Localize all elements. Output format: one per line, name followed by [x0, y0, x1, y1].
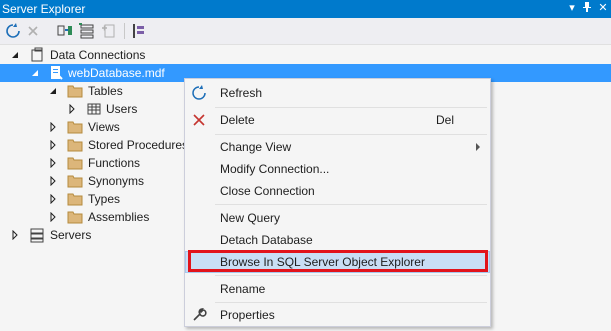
collapsed-arrow-icon[interactable] [10, 230, 20, 240]
menu-separator [215, 204, 487, 205]
menu-label-new-query: New Query [220, 211, 281, 225]
tree-label-users: Users [106, 102, 138, 116]
expanded-arrow-icon[interactable] [48, 86, 58, 96]
connect-to-database-icon[interactable] [56, 22, 74, 40]
tree-label-types: Types [88, 192, 121, 206]
menu-separator [215, 107, 487, 108]
connect-to-server-icon[interactable] [78, 22, 96, 40]
collapsed-arrow-icon[interactable] [67, 104, 77, 114]
collapsed-arrow-icon[interactable] [48, 194, 58, 204]
folder-icon [67, 139, 83, 152]
refresh-icon [192, 85, 206, 100]
menu-item-detach-database[interactable]: Detach Database [185, 229, 490, 251]
tree-label-assemblies: Assemblies [88, 210, 150, 224]
stop-icon[interactable] [24, 22, 42, 40]
expanded-arrow-icon[interactable] [30, 68, 40, 78]
toolbar-separator [124, 23, 125, 39]
menu-item-rename[interactable]: Rename [185, 278, 490, 300]
folder-icon [67, 193, 83, 206]
folder-icon [67, 175, 83, 188]
collapsed-arrow-icon[interactable] [48, 158, 58, 168]
window-title: Server Explorer [2, 2, 86, 16]
tree-label-data-connections: Data Connections [50, 48, 146, 62]
collapsed-arrow-icon[interactable] [48, 140, 58, 150]
refresh-icon[interactable] [4, 22, 22, 40]
submenu-arrow-icon [476, 143, 480, 151]
tree-label-database: webDatabase.mdf [68, 66, 165, 80]
title-bar: Server Explorer ▾ ✕ [0, 0, 611, 18]
folder-icon [67, 157, 83, 170]
menu-label-detach-database: Detach Database [220, 233, 313, 247]
menu-item-refresh[interactable]: Refresh [185, 82, 490, 104]
servers-icon [30, 228, 44, 243]
menu-item-change-view[interactable]: Change View [185, 136, 490, 158]
menu-item-delete[interactable]: Delete Del [185, 109, 490, 131]
pin-icon[interactable] [580, 1, 594, 15]
close-icon[interactable]: ✕ [596, 1, 610, 15]
data-connections-icon [31, 47, 43, 62]
toolbar [0, 18, 611, 45]
dropdown-icon[interactable]: ▾ [565, 1, 579, 15]
menu-label-rename: Rename [220, 282, 266, 296]
highlight-annotation-box [188, 250, 488, 272]
azure-connect-icon[interactable] [100, 22, 118, 40]
collapsed-arrow-icon[interactable] [48, 122, 58, 132]
menu-separator [215, 302, 487, 303]
menu-shortcut-delete: Del [435, 113, 454, 127]
delete-icon [193, 114, 205, 126]
table-icon [87, 103, 101, 115]
folder-icon [67, 211, 83, 224]
menu-label-refresh: Refresh [220, 86, 263, 100]
menu-item-modify-connection[interactable]: Modify Connection... [185, 158, 490, 180]
menu-item-properties[interactable]: Properties [185, 304, 490, 326]
menu-label-change-view: Change View [220, 140, 292, 154]
menu-label-close-connection: Close Connection [220, 184, 315, 198]
collapsed-arrow-icon[interactable] [48, 176, 58, 186]
menu-label-modify-connection: Modify Connection... [220, 162, 330, 176]
expanded-arrow-icon[interactable] [10, 50, 20, 60]
database-file-icon [51, 66, 63, 80]
tree-node-data-connections[interactable]: Data Connections [0, 46, 611, 64]
menu-item-new-query[interactable]: New Query [185, 207, 490, 229]
menu-separator [215, 134, 487, 135]
properties-icon[interactable] [130, 22, 148, 40]
folder-icon [67, 85, 83, 98]
folder-icon [67, 121, 83, 134]
tree-label-stored-procedures: Stored Procedures [88, 138, 189, 152]
context-menu: Refresh Delete Del Change View Modify Co… [184, 78, 491, 327]
menu-item-close-connection[interactable]: Close Connection [185, 180, 490, 202]
tree-label-tables: Tables [88, 84, 123, 98]
tree-label-synonyms: Synonyms [88, 174, 145, 188]
wrench-icon [193, 308, 207, 321]
tree-label-views: Views [88, 120, 120, 134]
collapsed-arrow-icon[interactable] [48, 212, 58, 222]
menu-separator [215, 275, 487, 276]
menu-label-properties: Properties [220, 308, 275, 322]
tree-label-functions: Functions [88, 156, 141, 170]
tree-label-servers: Servers [50, 228, 92, 242]
menu-label-delete: Delete [220, 113, 255, 127]
